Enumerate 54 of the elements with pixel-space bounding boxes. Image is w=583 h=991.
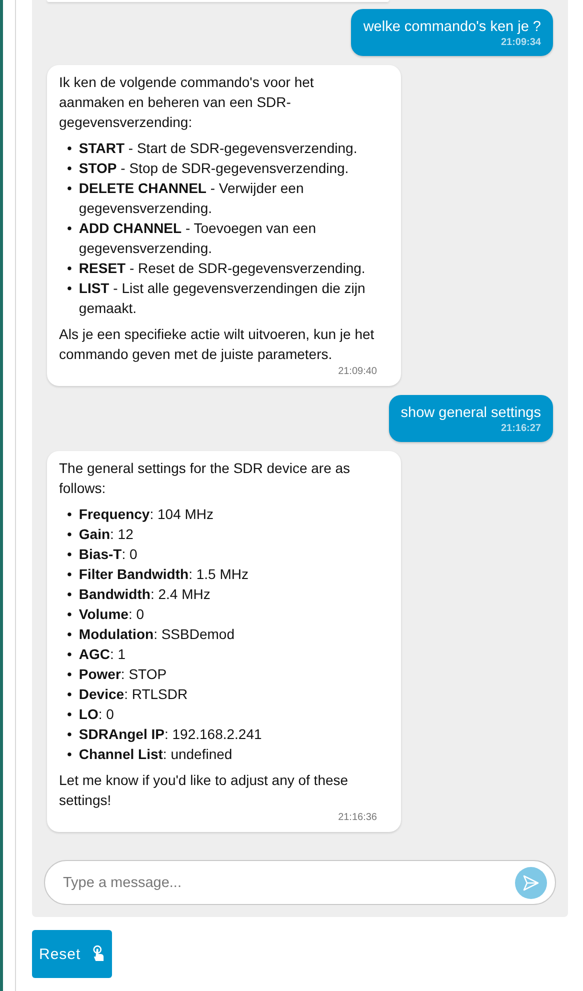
list-item: ADD CHANNEL - Toevoegen van een gegevensverzending. bbox=[78, 219, 317, 258]
list-item: DELETE CHANNEL - Verwijder een gegevensverzending. bbox=[78, 179, 305, 218]
bullet: • bbox=[67, 279, 72, 298]
bullet: • bbox=[67, 525, 72, 544]
message-text: show general settings bbox=[400, 405, 541, 421]
message-text: Ik ken de volgende commando's voor het aanmaken en beheren van een SDR-gegevensverzending: bbox=[59, 73, 315, 132]
message-time: 21:09:34 bbox=[500, 37, 541, 49]
list-item: Channel List: undefined bbox=[78, 745, 232, 764]
list-item: Gain: 12 bbox=[78, 525, 134, 544]
send-button[interactable] bbox=[515, 866, 547, 898]
bullet: • bbox=[67, 745, 72, 764]
list-item: Frequency: 104 MHz bbox=[78, 505, 214, 524]
message-time: 21:09:40 bbox=[338, 366, 377, 378]
bullet: • bbox=[67, 665, 72, 684]
message-text: Als je een specifieke actie wilt uitvoeren, kun je het commando geven met de juiste parameters. bbox=[59, 325, 376, 364]
bullet: • bbox=[67, 505, 72, 524]
bullet: • bbox=[67, 179, 72, 198]
list-item: Volume: 0 bbox=[78, 605, 144, 624]
bullet: • bbox=[67, 685, 72, 704]
bullet: • bbox=[67, 645, 72, 664]
list-item: Modulation: SSBDemod bbox=[78, 625, 234, 644]
message-text: Let me know if you'd like to adjust any of these settings! bbox=[59, 771, 350, 810]
bullet: • bbox=[67, 545, 72, 564]
bullet: • bbox=[67, 259, 72, 278]
list-item: LO: 0 bbox=[78, 705, 114, 724]
bullet: • bbox=[67, 585, 72, 604]
bullet: • bbox=[67, 725, 72, 744]
message-time: 21:16:27 bbox=[500, 423, 541, 435]
list-item: AGC: 1 bbox=[78, 645, 126, 664]
list-item: STOP - Stop de SDR-gegevensverzending. bbox=[78, 159, 349, 178]
bullet: • bbox=[67, 605, 72, 624]
bullet: • bbox=[67, 159, 72, 178]
list-item: START - Start de SDR-gegevensverzending. bbox=[78, 139, 358, 158]
bullet: • bbox=[67, 625, 72, 644]
list-item: SDRAngel IP: 192.168.2.241 bbox=[78, 725, 262, 744]
message-time: 21:16:36 bbox=[338, 812, 377, 824]
bullet: • bbox=[67, 705, 72, 724]
list-item: RESET - Reset de SDR-gegevensverzending. bbox=[78, 259, 366, 278]
list-item: Device: RTLSDR bbox=[78, 685, 188, 704]
message-text: welke commando's ken je ? bbox=[363, 19, 541, 35]
list-item: Bandwidth: 2.4 MHz bbox=[78, 585, 210, 604]
list-item: Filter Bandwidth: 1.5 MHz bbox=[78, 565, 248, 584]
send-icon bbox=[522, 874, 540, 892]
message-text: The general settings for the SDR device are as follows: bbox=[59, 459, 352, 498]
reset-button[interactable]: Reset bbox=[32, 930, 112, 978]
list-item: LIST - List alle gegevensverzendingen die zijn gemaakt. bbox=[78, 279, 366, 318]
bullet: • bbox=[67, 219, 72, 238]
bullet: • bbox=[67, 565, 72, 584]
message-input[interactable]: Type a message... bbox=[61, 874, 515, 892]
pointer-hand-icon bbox=[92, 944, 105, 964]
list-item: Bias-T: 0 bbox=[78, 545, 138, 564]
bullet: • bbox=[67, 139, 72, 158]
list-item: Power: STOP bbox=[78, 665, 167, 684]
message-input-field[interactable]: Type a message... bbox=[44, 860, 556, 905]
